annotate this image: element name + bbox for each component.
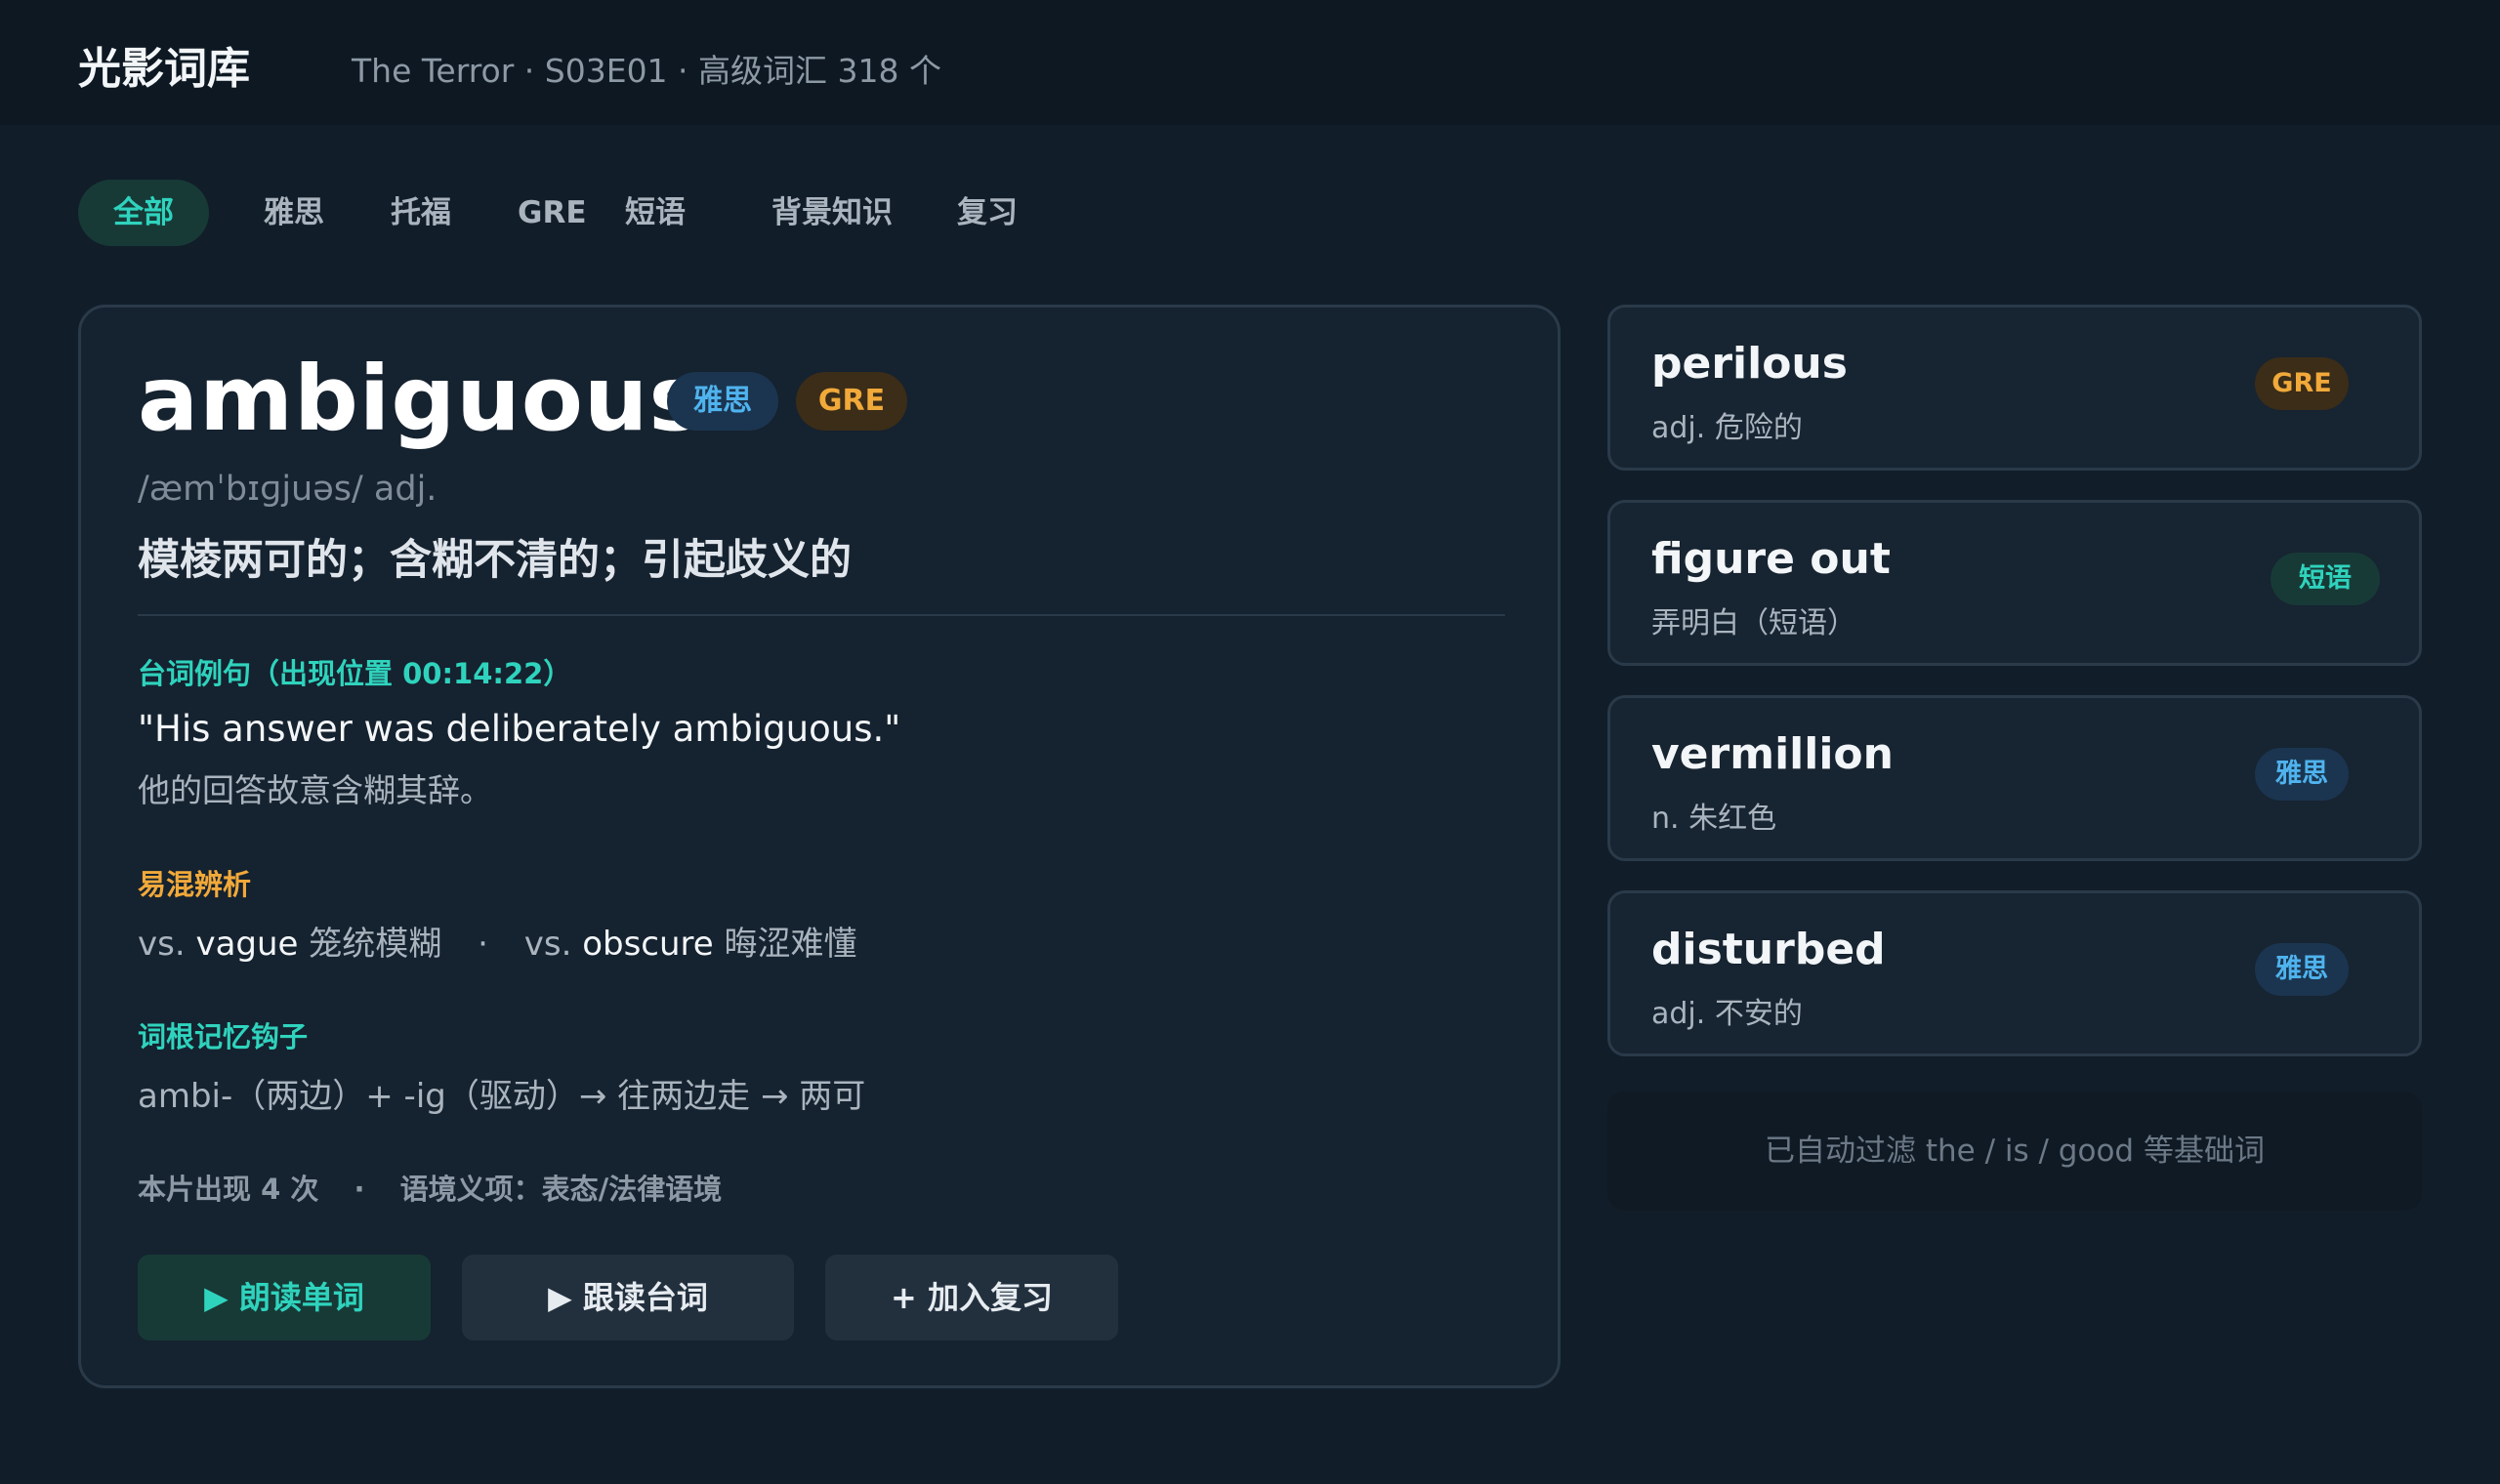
word-card[interactable]: figure out 弄明白（短语） 短语: [1607, 500, 2422, 666]
separator-dot: ·: [478, 925, 488, 964]
episode-subtitle: The Terror · S03E01 · 高级词汇 318 个: [352, 52, 941, 90]
word-card-definition: adj. 危险的: [1651, 411, 1803, 445]
tag-ielts-badge: 雅思: [667, 372, 778, 431]
occurrence-count: 本片出现 4 次: [138, 1173, 319, 1206]
phonetic: /æmˈbɪɡjuəs/ adj.: [138, 470, 438, 509]
word-card-term: disturbed: [1651, 925, 1886, 974]
word-card-definition: n. 朱红色: [1651, 802, 1777, 836]
root-memory-label: 词根记忆钩子: [138, 1020, 309, 1053]
confusion-label: 易混辨析: [138, 868, 252, 901]
example-translation: 他的回答故意含糊其辞。: [138, 771, 492, 809]
vs-prefix: vs.: [138, 925, 186, 964]
shadow-line-button[interactable]: ▶ 跟读台词: [462, 1255, 794, 1340]
tag-gre-badge: GRE: [2255, 357, 2349, 410]
vs-prefix: vs.: [523, 925, 572, 964]
play-word-button[interactable]: ▶ 朗读单词: [138, 1255, 431, 1340]
word-card-definition: 弄明白（短语）: [1651, 606, 1856, 640]
compare-meaning: 笼统模糊: [309, 925, 442, 964]
top-bar: 光影词库 The Terror · S03E01 · 高级词汇 318 个: [0, 0, 2500, 125]
tag-phrase-badge: 短语: [2271, 553, 2380, 605]
word-detail-card: ambiguous 雅思 GRE /æmˈbɪɡjuəs/ adj. 模棱两可的…: [78, 305, 1561, 1388]
chinese-meaning: 模棱两可的；含糊不清的；引起歧义的: [138, 536, 852, 585]
tab-all[interactable]: 全部: [78, 180, 209, 246]
example-label: 台词例句（出现位置 00:14:22）: [138, 657, 572, 690]
compare-word: obscure: [582, 925, 714, 964]
tab-phrases[interactable]: 短语: [625, 180, 686, 246]
tab-toefl[interactable]: 托福: [391, 180, 451, 246]
filter-notice: 已自动过滤 the / is / good 等基础词: [1607, 1092, 2422, 1211]
tab-ielts[interactable]: 雅思: [264, 180, 324, 246]
word-card-definition: adj. 不安的: [1651, 997, 1803, 1031]
tag-ielts-badge: 雅思: [2255, 748, 2349, 801]
root-memory-text: ambi-（两边）+ -ig（驱动）→ 往两边走 → 两可: [138, 1077, 866, 1116]
headword: ambiguous: [138, 347, 704, 451]
app-title: 光影词库: [78, 44, 250, 94]
divider: [138, 614, 1505, 616]
tag-ielts-badge: 雅思: [2255, 943, 2349, 996]
word-card[interactable]: disturbed adj. 不安的 雅思: [1607, 890, 2422, 1056]
word-card-term: perilous: [1651, 339, 1848, 389]
word-card[interactable]: vermillion n. 朱红色 雅思: [1607, 695, 2422, 861]
tab-background[interactable]: 背景知识: [771, 180, 893, 246]
occurrence-meta: 本片出现 4 次 · 语境义项：表态/法律语境: [138, 1167, 722, 1208]
word-card-term: figure out: [1651, 534, 1891, 584]
tab-gre[interactable]: GRE: [518, 180, 587, 246]
tab-review[interactable]: 复习: [957, 180, 1018, 246]
tag-gre-badge: GRE: [796, 372, 907, 431]
word-card[interactable]: perilous adj. 危险的 GRE: [1607, 305, 2422, 471]
add-review-button[interactable]: + 加入复习: [825, 1255, 1118, 1340]
compare-meaning: 晦涩难懂: [724, 925, 857, 964]
confusion-comparison: vs. vague 笼统模糊 · vs. obscure 晦涩难懂: [138, 917, 857, 965]
word-card-term: vermillion: [1651, 729, 1894, 779]
separator-dot: ·: [354, 1173, 365, 1206]
context-sense: 语境义项：表态/法律语境: [399, 1173, 723, 1206]
example-sentence: "His answer was deliberately ambiguous.": [138, 708, 901, 750]
compare-word: vague: [195, 925, 299, 964]
